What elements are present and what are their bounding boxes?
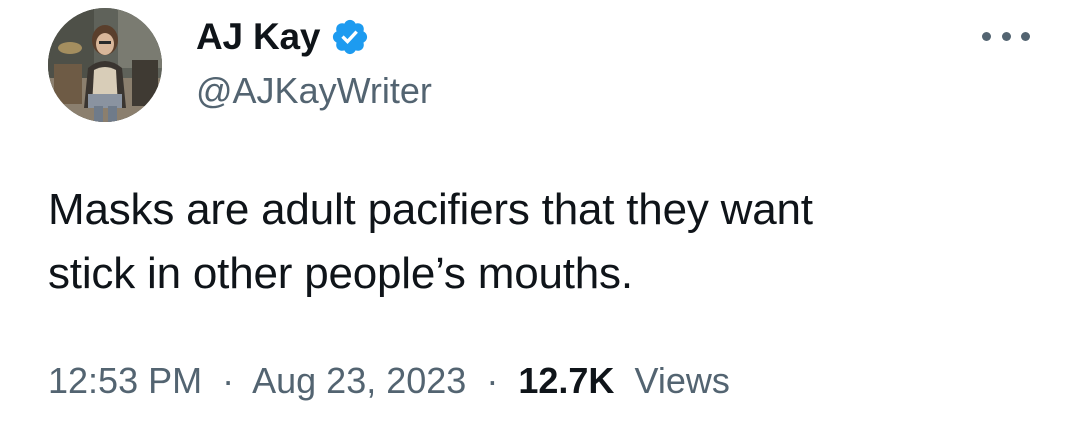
tweet-text-line: Masks are adult pacifiers that they want <box>48 185 813 234</box>
meta-separator: · <box>486 360 499 401</box>
tweet-time[interactable]: 12:53 PM <box>48 360 202 401</box>
meta-separator: · <box>222 360 235 401</box>
author-name-row: AJ Kay <box>196 14 370 60</box>
views-count[interactable]: 12.7K <box>518 360 614 401</box>
views-label: Views <box>634 360 730 401</box>
avatar[interactable] <box>48 8 162 122</box>
tweet-card: AJ Kay @AJKayWriter Masks are adult paci… <box>0 0 1080 436</box>
more-dot <box>1001 31 1011 41</box>
more-dot <box>1021 31 1030 41</box>
verified-badge-icon[interactable] <box>330 17 370 57</box>
tweet-date[interactable]: Aug 23, 2023 <box>252 360 466 401</box>
more-horizontal-icon[interactable] <box>982 26 1030 46</box>
tweet-meta: 12:53 PM · Aug 23, 2023 · 12.7K Views <box>48 358 730 404</box>
author-handle[interactable]: @AJKayWriter <box>196 68 432 114</box>
tweet-text: Masks are adult pacifiers that they want… <box>48 178 1028 306</box>
author-display-name[interactable]: AJ Kay <box>196 14 320 60</box>
avatar-photo <box>48 8 162 122</box>
more-dot <box>982 31 991 41</box>
tweet-text-line: stick in other people’s mouths. <box>48 249 633 298</box>
